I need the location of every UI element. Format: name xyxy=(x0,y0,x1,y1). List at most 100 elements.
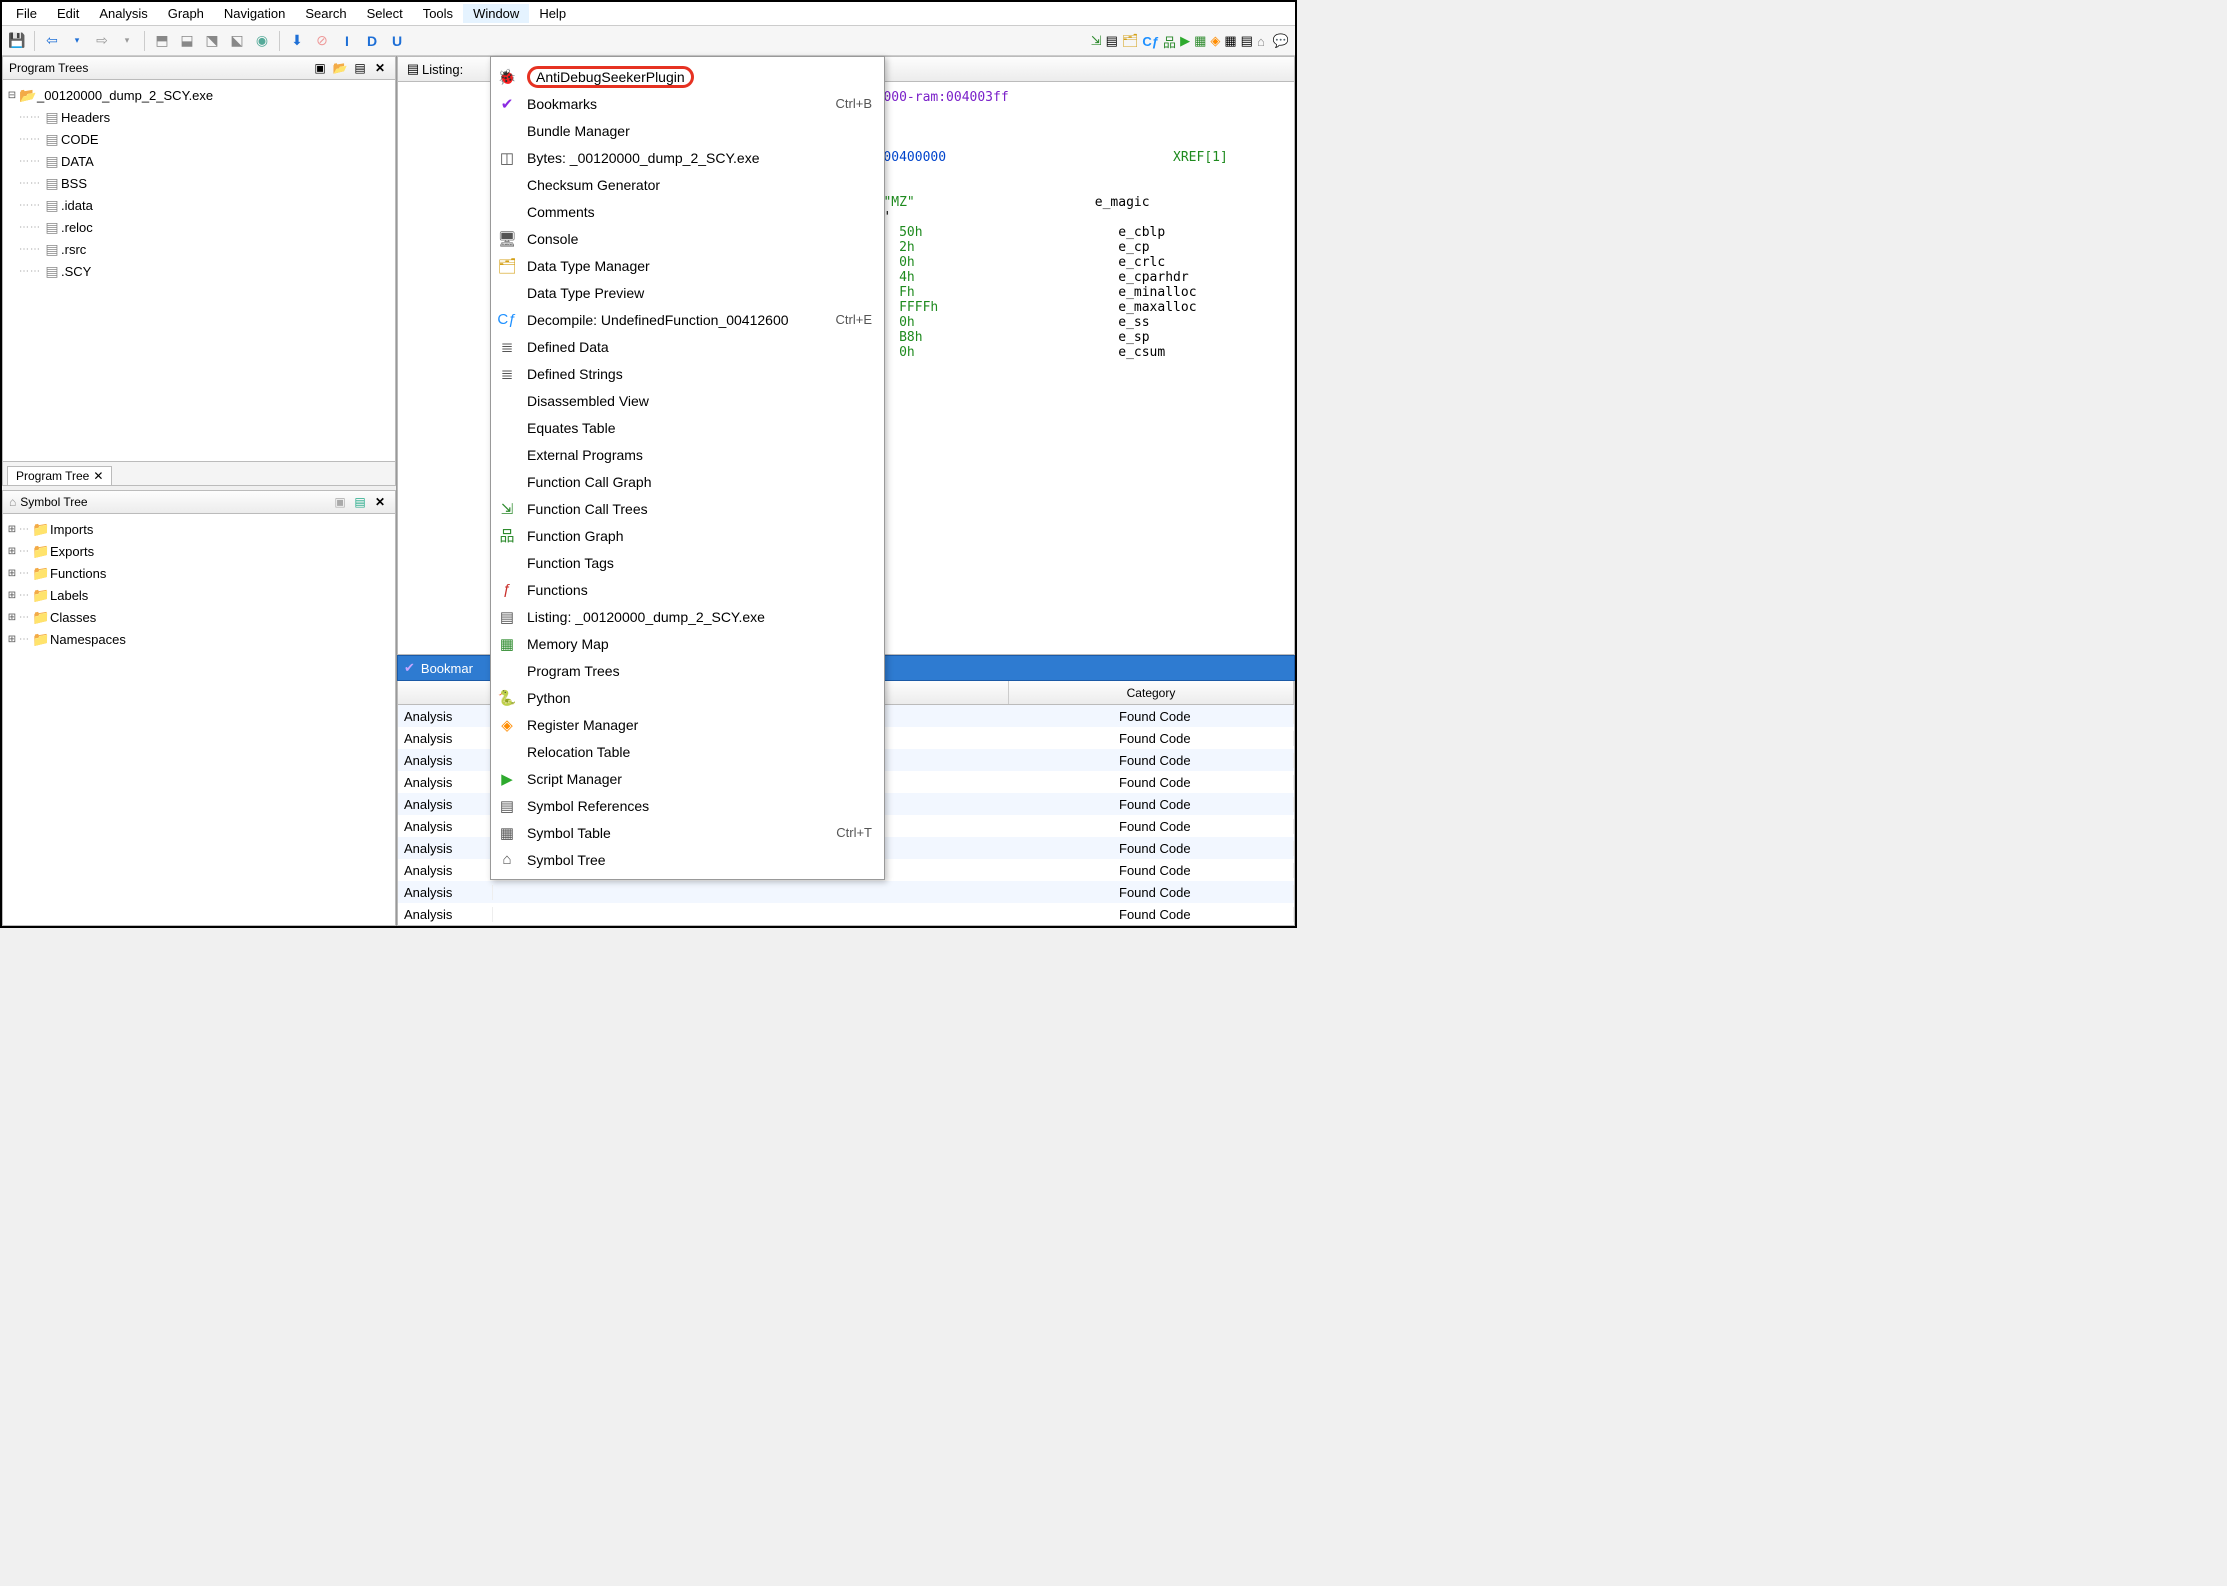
menu-item-symbol-table[interactable]: ▦Symbol TableCtrl+T xyxy=(491,819,884,846)
i-icon[interactable]: I xyxy=(336,30,358,52)
tb-r7-icon[interactable]: ▦ xyxy=(1194,33,1206,49)
menu-item-function-call-trees[interactable]: ⇲Function Call Trees xyxy=(491,495,884,522)
close-icon[interactable]: ✕ xyxy=(371,493,389,511)
nav1-icon[interactable]: ⬒ xyxy=(151,30,173,52)
menu-item-data-type-preview[interactable]: Data Type Preview xyxy=(491,279,884,306)
menu-item-checksum-generator[interactable]: Checksum Generator xyxy=(491,171,884,198)
close-icon[interactable]: ✕ xyxy=(371,59,389,77)
tb-r9-icon[interactable]: ▦ xyxy=(1224,33,1236,49)
symbol-tree-item[interactable]: ⊞⋯📁Functions xyxy=(5,562,393,584)
menu-graph[interactable]: Graph xyxy=(158,4,214,23)
tb-r5-icon[interactable]: 品 xyxy=(1163,32,1176,51)
expand-icon[interactable]: ⊞ xyxy=(5,634,19,645)
tb-r10-icon[interactable]: ▤ xyxy=(1241,33,1253,49)
menu-item-functions[interactable]: ƒFunctions xyxy=(491,576,884,603)
menu-item-external-programs[interactable]: External Programs xyxy=(491,441,884,468)
expand-icon[interactable]: ⊞ xyxy=(5,568,19,579)
menu-item-memory-map[interactable]: ▦Memory Map xyxy=(491,630,884,657)
menu-item-program-trees[interactable]: Program Trees xyxy=(491,657,884,684)
st-btn1-icon[interactable]: ▣ xyxy=(331,493,349,511)
menu-window[interactable]: Window xyxy=(463,4,529,23)
symbol-tree-item[interactable]: ⊞⋯📁Imports xyxy=(5,518,393,540)
pt-btn3-icon[interactable]: ▤ xyxy=(351,59,369,77)
pt-btn1-icon[interactable]: ▣ xyxy=(311,59,329,77)
menu-item-bundle-manager[interactable]: Bundle Manager xyxy=(491,117,884,144)
menu-search[interactable]: Search xyxy=(295,4,356,23)
tb-r2-icon[interactable]: ▤ xyxy=(1106,33,1118,49)
menu-navigation[interactable]: Navigation xyxy=(214,4,295,23)
menu-item-defined-data[interactable]: ≣Defined Data xyxy=(491,333,884,360)
menu-item-script-manager[interactable]: ▶Script Manager xyxy=(491,765,884,792)
tb-r3-icon[interactable]: 🗂 xyxy=(1122,33,1139,49)
menu-item-console[interactable]: 🖥Console xyxy=(491,225,884,252)
tree-item[interactable]: ⋯⋯▤BSS xyxy=(5,172,393,194)
menu-item-function-call-graph[interactable]: Function Call Graph xyxy=(491,468,884,495)
menu-item-data-type-manager[interactable]: 🗂Data Type Manager xyxy=(491,252,884,279)
tree-item[interactable]: ⋯⋯▤.idata xyxy=(5,194,393,216)
bookmark-row[interactable]: AnalysisFound Code xyxy=(398,881,1294,903)
col-category[interactable]: Category xyxy=(1009,681,1294,704)
menu-item-listing-00120000-dump-2-scy-exe[interactable]: ▤Listing: _00120000_dump_2_SCY.exe xyxy=(491,603,884,630)
menu-item-function-tags[interactable]: Function Tags xyxy=(491,549,884,576)
expand-icon[interactable]: ⊞ xyxy=(5,546,19,557)
forward-icon[interactable]: ⇨ xyxy=(91,30,113,52)
expand-icon[interactable]: ⊞ xyxy=(5,524,19,535)
col-type[interactable] xyxy=(398,681,493,704)
tree-item[interactable]: ⋯⋯▤.reloc xyxy=(5,216,393,238)
menu-tools[interactable]: Tools xyxy=(413,4,463,23)
collapse-icon[interactable]: ⊟ xyxy=(5,90,19,101)
menu-item-symbol-tree[interactable]: ⌂Symbol Tree xyxy=(491,846,884,873)
tree-item[interactable]: ⋯⋯▤DATA xyxy=(5,150,393,172)
menu-select[interactable]: Select xyxy=(357,4,413,23)
tb-r8-icon[interactable]: ◈ xyxy=(1210,33,1220,49)
tab-program-tree[interactable]: Program Tree ✕ xyxy=(7,466,112,485)
tb-r6-icon[interactable]: ▶ xyxy=(1180,33,1190,49)
menu-item-comments[interactable]: Comments xyxy=(491,198,884,225)
menu-file[interactable]: File xyxy=(6,4,47,23)
nav4-icon[interactable]: ⬕ xyxy=(226,30,248,52)
tree-item[interactable]: ⋯⋯▤.SCY xyxy=(5,260,393,282)
expand-icon[interactable]: ⊞ xyxy=(5,590,19,601)
u-icon[interactable]: U xyxy=(386,30,408,52)
symbol-tree-item[interactable]: ⊞⋯📁Classes xyxy=(5,606,393,628)
save-icon[interactable]: 💾 xyxy=(6,30,28,52)
nav3-icon[interactable]: ⬔ xyxy=(201,30,223,52)
tree-root[interactable]: ⊟ 📂 _00120000_dump_2_SCY.exe xyxy=(5,84,393,106)
symbol-tree-item[interactable]: ⊞⋯📁Labels xyxy=(5,584,393,606)
menu-analysis[interactable]: Analysis xyxy=(89,4,157,23)
st-btn2-icon[interactable]: ▤ xyxy=(351,493,369,511)
menu-item-relocation-table[interactable]: Relocation Table xyxy=(491,738,884,765)
tb-r12-icon[interactable]: 💬 xyxy=(1273,33,1289,49)
menu-item-equates-table[interactable]: Equates Table xyxy=(491,414,884,441)
tab-close-icon[interactable]: ✕ xyxy=(93,469,103,483)
tb-r1-icon[interactable]: ⇲ xyxy=(1091,33,1102,49)
d-icon[interactable]: D xyxy=(361,30,383,52)
forward-menu-icon[interactable]: ▾ xyxy=(116,30,138,52)
symbol-tree-item[interactable]: ⊞⋯📁Exports xyxy=(5,540,393,562)
pt-folder-icon[interactable]: 📂 xyxy=(331,59,349,77)
tb-r4-icon[interactable]: Cƒ xyxy=(1142,34,1159,49)
nav2-icon[interactable]: ⬓ xyxy=(176,30,198,52)
menu-item-antidebugseekerplugin[interactable]: 🐞AntiDebugSeekerPlugin xyxy=(491,63,884,90)
nav5-icon[interactable]: ◉ xyxy=(251,30,273,52)
down-icon[interactable]: ⬇ xyxy=(286,30,308,52)
menu-item-defined-strings[interactable]: ≣Defined Strings xyxy=(491,360,884,387)
menu-item-symbol-references[interactable]: ▤Symbol References xyxy=(491,792,884,819)
back-icon[interactable]: ⇦ xyxy=(41,30,63,52)
menu-item-disassembled-view[interactable]: Disassembled View xyxy=(491,387,884,414)
tree-item[interactable]: ⋯⋯▤.rsrc xyxy=(5,238,393,260)
menu-item-decompile-undefinedfunction-00412600[interactable]: CƒDecompile: UndefinedFunction_00412600C… xyxy=(491,306,884,333)
tree-item[interactable]: ⋯⋯▤CODE xyxy=(5,128,393,150)
tb-r11-icon[interactable]: ⌂ xyxy=(1257,34,1265,49)
menu-item-register-manager[interactable]: ◈Register Manager xyxy=(491,711,884,738)
symbol-tree-item[interactable]: ⊞⋯📁Namespaces xyxy=(5,628,393,650)
tree-item[interactable]: ⋯⋯▤Headers xyxy=(5,106,393,128)
expand-icon[interactable]: ⊞ xyxy=(5,612,19,623)
menu-item-bookmarks[interactable]: ✔BookmarksCtrl+B xyxy=(491,90,884,117)
stop-icon[interactable]: ⊘ xyxy=(311,30,333,52)
menu-help[interactable]: Help xyxy=(529,4,576,23)
menu-item-python[interactable]: 🐍Python xyxy=(491,684,884,711)
menu-item-function-graph[interactable]: 品Function Graph xyxy=(491,522,884,549)
bookmark-row[interactable]: AnalysisFound Code xyxy=(398,903,1294,925)
back-menu-icon[interactable]: ▾ xyxy=(66,30,88,52)
